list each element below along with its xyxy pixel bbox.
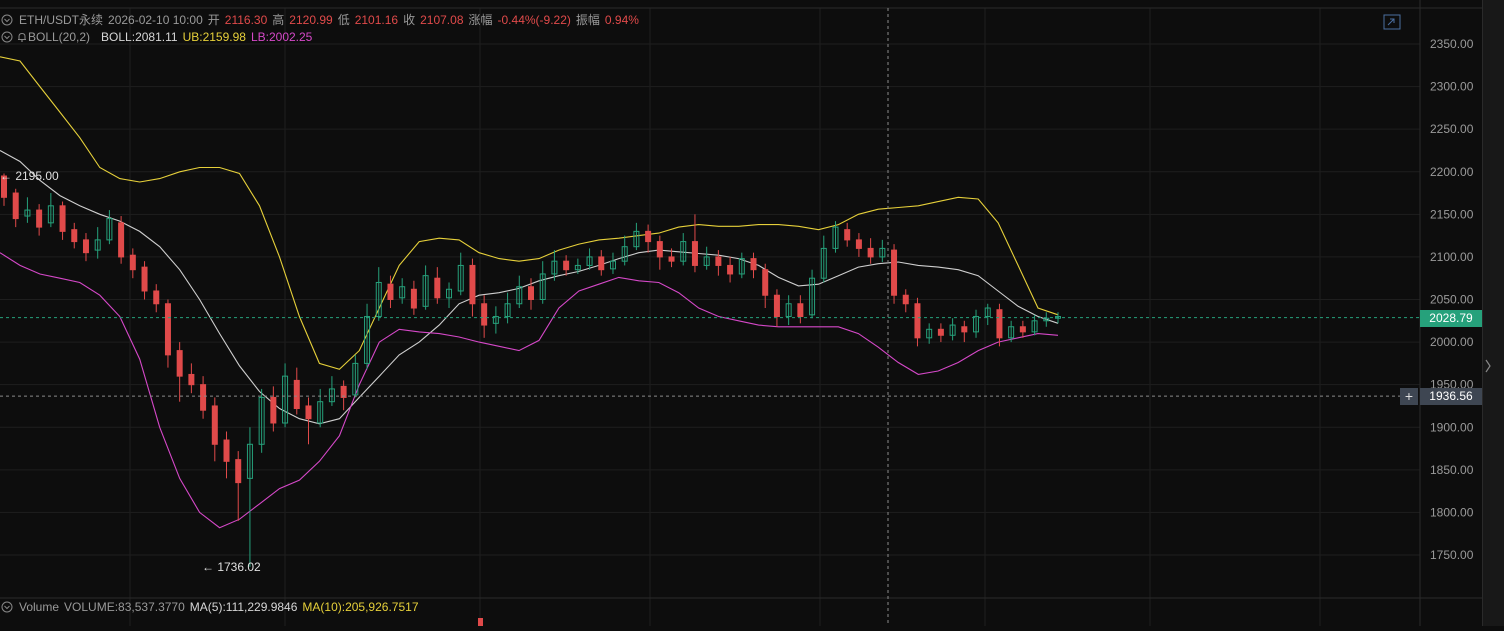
chart-background: [0, 0, 1504, 626]
boll-mid-value: BOLL:2081.11: [101, 30, 178, 44]
candlestick-chart[interactable]: ← 2195.00 ← 1736.02 2350.00 2300.00 2250.00…: [0, 0, 1504, 626]
chevron-down-icon[interactable]: [0, 30, 14, 44]
candle-body: [200, 384, 207, 411]
change-label: 涨幅: [468, 13, 493, 27]
candle-body: [176, 350, 183, 377]
candle-body: [305, 405, 312, 420]
candle-body: [118, 222, 125, 258]
candle-body: [164, 303, 171, 356]
open-label: 开: [207, 13, 220, 27]
symbol-label: ETH/USDT永续: [19, 13, 104, 27]
change-value: -0.44%(-9.22): [497, 12, 571, 27]
candle-body: [563, 260, 570, 271]
candle-body: [387, 283, 394, 301]
candle-body: [645, 230, 652, 243]
price-tick-label: 2150.00: [1430, 207, 1474, 221]
datetime-label: 2026-02-10 10:00: [108, 12, 203, 27]
last-price-tag: 2028.79: [1420, 310, 1482, 327]
boll-ub-value: UB:2159.98: [182, 30, 246, 44]
candle-body: [727, 264, 734, 275]
candle-body: [293, 379, 300, 410]
candle-body: [481, 303, 488, 326]
candle-body: [867, 247, 874, 258]
chevron-down-icon[interactable]: [0, 600, 14, 614]
candle-body: [773, 294, 780, 318]
crosshair-price-tag: 1936.56: [1420, 388, 1482, 405]
candle-body: [598, 256, 605, 271]
candle-body: [762, 269, 769, 296]
candle-body: [902, 294, 909, 305]
candle-body: [410, 288, 417, 309]
boll-lb-value: LB:2002.25: [250, 30, 313, 44]
candle-body: [715, 256, 722, 266]
candle-body: [235, 459, 242, 484]
volume-legend: Volume VOLUME:83,537.3770 MA(5):111,229.…: [0, 600, 419, 614]
candle-body: [750, 258, 757, 271]
high-label: 高: [272, 13, 285, 27]
candle-body: [937, 328, 944, 336]
expand-icon[interactable]: [1383, 14, 1401, 30]
high-annotation: ← 2195.00: [0, 169, 59, 183]
candle-body: [59, 205, 66, 232]
candle-body: [270, 396, 277, 424]
price-tick-label: 2100.00: [1430, 250, 1474, 264]
candle-body: [223, 439, 230, 462]
price-tick-label: 2350.00: [1430, 37, 1474, 51]
candle-body: [36, 209, 43, 228]
price-tick-label: 1900.00: [1430, 420, 1474, 434]
boll-name: BOLL(20,2): [28, 30, 91, 44]
low-annotation: ← 1736.02: [202, 560, 261, 574]
candle-body: [844, 229, 851, 241]
price-tick-label: 1750.00: [1430, 548, 1474, 562]
candle-body: [656, 241, 663, 258]
volume-ma5: MA(5):111,229.9846: [189, 600, 298, 614]
candle-body: [528, 286, 534, 301]
price-tick-label: 2000.00: [1430, 335, 1474, 349]
candle-body: [12, 192, 19, 220]
price-tick-label: 2250.00: [1430, 122, 1474, 136]
close-value: 2107.08: [420, 12, 464, 27]
boll-legend: BOLL(20,2) BOLL:2081.11 UB:2159.98 LB:20…: [0, 30, 312, 44]
candle-body: [914, 303, 921, 339]
candle-body: [668, 256, 675, 262]
candle-body: [797, 303, 804, 318]
chevron-down-icon[interactable]: [0, 13, 14, 27]
candle-body: [469, 264, 476, 305]
volume-value: VOLUME:83,537.3770: [64, 600, 185, 614]
amplitude-value: 0.94%: [604, 12, 639, 27]
price-tick-label: 2300.00: [1430, 80, 1474, 94]
price-tick-label: 1850.00: [1430, 463, 1474, 477]
candle-body: [82, 239, 89, 254]
candle-body: [71, 229, 78, 243]
candle-body: [961, 326, 968, 333]
close-label: 收: [403, 13, 416, 27]
bell-icon[interactable]: [15, 30, 29, 44]
candle-body: [188, 373, 195, 386]
volume-ma10: MA(10):205,926.7517: [302, 600, 419, 614]
ohlc-header: ETH/USDT永续 2026-02-10 10:00 开 2116.30 高 …: [0, 11, 639, 28]
low-value: 2101.16: [354, 12, 399, 27]
candle-body: [891, 249, 898, 296]
candle-body: [153, 290, 160, 305]
volume-name: Volume: [19, 600, 60, 614]
candle-body: [434, 277, 441, 299]
price-tick-label: 2200.00: [1430, 165, 1474, 179]
low-label: 低: [337, 13, 350, 27]
price-tick-label: 2050.00: [1430, 293, 1474, 307]
side-panel-strip[interactable]: [1482, 0, 1504, 626]
candle-body: [996, 309, 1003, 339]
volume-bar: [478, 618, 483, 626]
price-tick-label: 1800.00: [1430, 505, 1474, 519]
candle-body: [129, 254, 136, 271]
candle-body: [691, 241, 698, 266]
open-value: 2116.30: [224, 12, 268, 27]
high-value: 2120.99: [289, 12, 333, 27]
candle-body: [1019, 326, 1026, 333]
candle-body: [141, 266, 148, 292]
candle-body: [855, 239, 862, 249]
plus-icon[interactable]: +: [1400, 388, 1418, 405]
candle-body: [211, 405, 218, 445]
amplitude-label: 振幅: [575, 13, 600, 27]
